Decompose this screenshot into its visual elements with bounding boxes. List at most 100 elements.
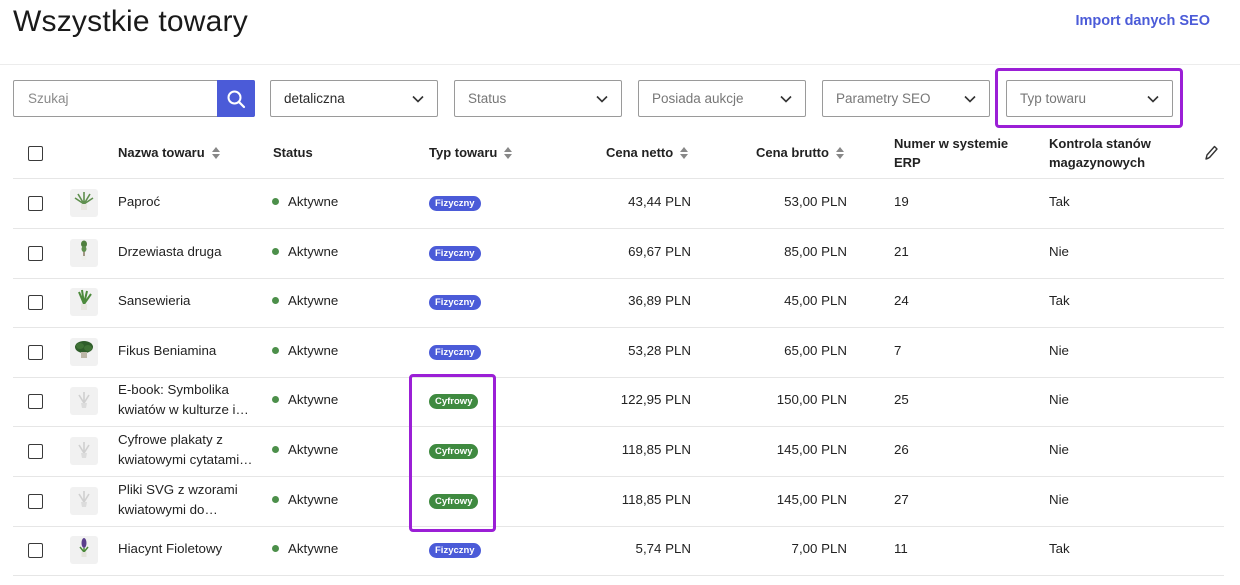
product-name[interactable]: Fikus Beniamina — [118, 341, 258, 361]
erp-number: 7 — [894, 342, 902, 358]
gross-price: 65,00 PLN — [784, 342, 847, 358]
ficus-plant-icon — [71, 337, 97, 366]
status-active-dot — [272, 396, 279, 404]
gross-price: 7,00 PLN — [791, 541, 847, 557]
product-thumbnail — [70, 189, 98, 217]
product-name[interactable]: Cyfrowe plakaty z kwiatowymi cytatami… — [118, 430, 258, 470]
has-auctions-select[interactable]: Posiada aukcje — [638, 80, 806, 117]
price-type-value: detaliczna — [284, 91, 345, 106]
product-name[interactable]: E-book: Symbolika kwiatów w kulturze i… — [118, 380, 258, 420]
product-name-line2: kwiatów w kulturze i… — [118, 402, 249, 418]
table-row[interactable]: Fikus Beniamina Aktywne Fizyczny 53,28 PLN 6… — [13, 328, 1224, 378]
row-checkbox[interactable] — [28, 444, 43, 459]
table-row[interactable]: Drzewiasta druga Aktywne Fizyczny 69,67 PLN… — [13, 229, 1224, 279]
product-name-line1: Hiacynt Fioletowy — [118, 541, 223, 557]
column-header-erp-line1: Numer w systemie — [894, 136, 1009, 151]
stock-control-value: Nie — [1049, 392, 1069, 408]
sort-icon — [503, 146, 513, 160]
table-row[interactable]: E-book: Symbolika kwiatów w kulturze i… Ak… — [13, 377, 1224, 428]
stock-control-value: Nie — [1049, 243, 1069, 259]
price-type-select[interactable]: detaliczna — [270, 80, 438, 117]
status-placeholder: Status — [468, 91, 507, 106]
table-row[interactable]: Pliki SVG z wzorami kwiatowymi do… Aktywne… — [13, 477, 1224, 527]
table-row[interactable]: Sansewieria Aktywne Fizyczny 36,89 PLN 45,00… — [13, 278, 1224, 329]
product-name-line2: kwiatowymi cytatami… — [118, 452, 253, 467]
has-auctions-placeholder: Posiada aukcje — [652, 91, 744, 106]
header-divider — [0, 64, 1240, 65]
row-checkbox[interactable] — [28, 394, 43, 410]
gross-price: 145,00 PLN — [776, 491, 847, 507]
placeholder-plant-icon — [73, 438, 95, 465]
product-thumbnail — [70, 387, 98, 416]
column-header-name[interactable]: Nazwa towaru — [118, 145, 221, 160]
column-header-type-label: Typ towaru — [429, 145, 498, 160]
row-checkbox[interactable] — [28, 493, 43, 509]
row-checkbox[interactable] — [28, 196, 43, 211]
search-input[interactable] — [14, 81, 218, 116]
status-cell: Aktywne — [272, 343, 338, 358]
erp-number: 27 — [894, 491, 909, 507]
import-seo-link[interactable]: Import danych SEO — [1075, 13, 1210, 29]
seo-params-placeholder: Parametry SEO — [836, 91, 931, 106]
product-name[interactable]: Pliki SVG z wzorami kwiatowymi do… — [118, 480, 258, 520]
status-select[interactable]: Status — [454, 80, 622, 117]
product-name[interactable]: Paproć — [118, 192, 258, 212]
status-active-dot — [272, 297, 279, 305]
column-header-erp-line2: ERP — [894, 155, 921, 170]
erp-number: 11 — [894, 541, 908, 557]
product-type-filter-highlight — [995, 68, 1183, 128]
stock-control-value: Nie — [1049, 491, 1069, 507]
gross-price: 45,00 PLN — [784, 293, 847, 309]
column-header-net-price[interactable]: Cena netto — [606, 145, 689, 160]
status-cell: Aktywne — [272, 541, 338, 556]
product-type-badge: Fizyczny — [429, 344, 481, 360]
row-checkbox[interactable] — [28, 543, 43, 559]
select-all-checkbox[interactable] — [28, 146, 43, 161]
product-thumbnail — [70, 536, 98, 565]
row-checkbox[interactable] — [28, 344, 43, 360]
product-thumbnail — [70, 437, 98, 465]
column-header-erp: Numer w systemie ERP — [894, 134, 1008, 172]
product-name-line1: Drzewiasta druga — [118, 243, 222, 259]
status-cell: Aktywne — [272, 194, 338, 209]
erp-number: 21 — [894, 243, 909, 259]
product-name[interactable]: Hiacynt Fioletowy — [118, 539, 258, 559]
table-row[interactable]: Cyfrowe plakaty z kwiatowymi cytatami… Akt… — [13, 427, 1224, 477]
product-name-line1: Paproć — [118, 194, 161, 209]
search-button[interactable] — [217, 80, 255, 117]
product-name-line1: E-book: Symbolika — [118, 382, 229, 398]
product-thumbnail — [70, 337, 98, 366]
seo-params-select[interactable]: Parametry SEO — [822, 80, 990, 117]
stock-control-value: Tak — [1049, 541, 1070, 557]
row-checkbox[interactable] — [28, 295, 43, 311]
placeholder-plant-icon — [73, 388, 95, 415]
product-name-line2: kwiatowymi do… — [118, 501, 218, 517]
edit-columns-button[interactable] — [1203, 144, 1219, 167]
status-active-dot — [272, 247, 279, 255]
status-text: Aktywne — [288, 541, 339, 557]
status-active-dot — [272, 346, 279, 354]
status-text: Aktywne — [288, 194, 339, 209]
column-header-net-price-label: Cena netto — [606, 145, 674, 160]
table-row[interactable]: Paproć Aktywne Fizyczny 43,44 PLN 53,00 PLN 1… — [13, 179, 1224, 229]
status-cell: Aktywne — [272, 392, 338, 407]
product-thumbnail — [70, 288, 98, 317]
column-header-gross-price[interactable]: Cena brutto — [756, 145, 845, 160]
product-name[interactable]: Drzewiasta druga — [118, 242, 258, 262]
status-cell: Aktywne — [272, 442, 338, 457]
table-row[interactable]: Hiacynt Fioletowy Aktywne Fizyczny 5,74 PLN… — [13, 526, 1224, 577]
row-checkbox[interactable] — [28, 245, 43, 261]
status-active-dot — [272, 446, 279, 453]
product-name[interactable]: Sansewieria — [118, 291, 258, 311]
net-price: 36,89 PLN — [628, 293, 691, 309]
column-header-type[interactable]: Typ towaru — [429, 145, 513, 160]
status-active-dot — [272, 198, 279, 205]
status-text: Aktywne — [288, 342, 339, 358]
status-cell: Aktywne — [272, 492, 338, 507]
product-thumbnail — [70, 486, 98, 515]
status-text: Aktywne — [288, 243, 339, 259]
column-header-stock-control: Kontrola stanów magazynowych — [1049, 134, 1151, 172]
gross-price: 145,00 PLN — [776, 442, 847, 457]
erp-number: 25 — [894, 392, 909, 408]
column-header-stock-line1: Kontrola stanów — [1049, 136, 1151, 151]
